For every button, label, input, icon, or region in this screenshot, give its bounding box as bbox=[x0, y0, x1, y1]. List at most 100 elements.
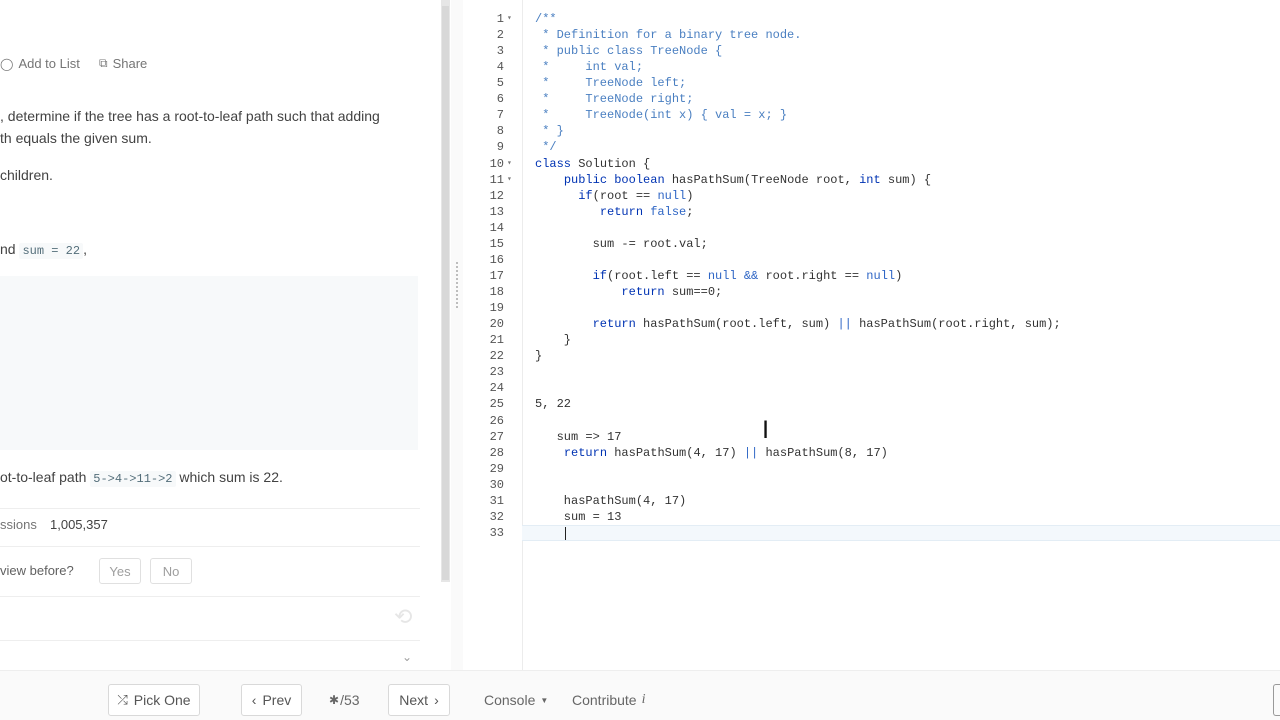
add-to-list-label: Add to List bbox=[18, 56, 80, 71]
contribute-button[interactable]: Contribute i bbox=[572, 692, 645, 708]
explain-prefix: ot-to-leaf path bbox=[0, 469, 87, 485]
problem-progress[interactable]: ✱ /53 bbox=[329, 692, 360, 708]
submissions-value: 1,005,357 bbox=[50, 517, 108, 532]
share-label: Share bbox=[112, 56, 148, 71]
pane-splitter[interactable] bbox=[451, 0, 463, 670]
code-line[interactable]: 16 bbox=[464, 252, 1280, 268]
pick-one-label: Pick One bbox=[133, 692, 191, 708]
code-line[interactable]: 6 * TreeNode right; bbox=[464, 91, 1280, 107]
code-text: return false; bbox=[599, 204, 694, 219]
code-line[interactable]: 23 bbox=[464, 364, 1280, 380]
code-line[interactable]: 32 sum = 13 bbox=[464, 509, 1280, 525]
line-number: 7 bbox=[496, 108, 504, 123]
code-text: * TreeNode left; bbox=[535, 76, 687, 91]
code-line[interactable]: 22} bbox=[464, 348, 1280, 364]
line-number: 16 bbox=[489, 252, 504, 267]
line-number: 10 bbox=[489, 156, 504, 171]
code-text: return sum==0; bbox=[621, 285, 723, 300]
code-line[interactable]: 30 bbox=[464, 477, 1280, 493]
code-text: class Solution { bbox=[535, 156, 651, 171]
code-text: * TreeNode(int x) { val = x; } bbox=[535, 108, 788, 123]
code-text: * int val; bbox=[535, 60, 644, 75]
code-text: * TreeNode right; bbox=[535, 92, 694, 107]
code-line[interactable]: 29 bbox=[464, 461, 1280, 477]
code-line[interactable]: 24 bbox=[464, 380, 1280, 396]
code-line[interactable]: 9 */ bbox=[464, 139, 1280, 155]
code-line[interactable]: 25 5, 22 bbox=[464, 396, 1280, 412]
share-button[interactable]: ⧉ Share bbox=[99, 56, 147, 71]
code-line[interactable]: 26 bbox=[464, 413, 1280, 429]
code-line[interactable]: 19 bbox=[464, 300, 1280, 316]
example-explanation: ot-to-leaf path 5->4->11->2 which sum is… bbox=[0, 469, 283, 487]
fold-toggle-icon[interactable]: ▾ bbox=[507, 156, 512, 172]
divider bbox=[0, 508, 420, 509]
prev-label: Prev bbox=[262, 692, 292, 708]
code-line[interactable]: 21 } bbox=[464, 332, 1280, 348]
splitter-grip-icon[interactable] bbox=[456, 262, 458, 310]
code-line[interactable]: 11 ▾ public boolean hasPathSum(TreeNode r… bbox=[464, 172, 1280, 188]
line-number: 29 bbox=[489, 461, 504, 476]
submissions-label: ssions bbox=[0, 517, 37, 532]
code-line[interactable]: 4 * int val; bbox=[464, 59, 1280, 75]
code-line[interactable]: 3 * public class TreeNode { bbox=[464, 43, 1280, 59]
code-text: * public class TreeNode { bbox=[535, 44, 723, 59]
next-label: Next bbox=[399, 692, 429, 708]
code-line[interactable]: 2 * Definition for a binary tree node. bbox=[464, 27, 1280, 43]
divider bbox=[0, 640, 420, 641]
fold-toggle-icon[interactable]: ▾ bbox=[507, 172, 512, 188]
code-line[interactable]: 31 hasPathSum(4, 17) bbox=[464, 493, 1280, 509]
code-text: sum => 17 bbox=[535, 429, 622, 444]
scrollbar-thumb[interactable] bbox=[442, 6, 449, 580]
code-line[interactable]: 13 return false; bbox=[464, 204, 1280, 220]
prev-button[interactable]: ‹ Prev bbox=[241, 684, 302, 716]
divider bbox=[0, 546, 420, 547]
line-number: 32 bbox=[489, 509, 504, 524]
code-line[interactable]: 7 * TreeNode(int x) { val = x; } bbox=[464, 107, 1280, 123]
line-number: 31 bbox=[489, 493, 504, 508]
chevron-right-icon: › bbox=[434, 692, 439, 708]
code-line[interactable]: 20 return hasPathSum(root.left, sum) || … bbox=[464, 316, 1280, 332]
no-button[interactable]: No bbox=[150, 558, 192, 584]
code-line[interactable]: 18 return sum==0; bbox=[464, 284, 1280, 300]
code-text: } bbox=[535, 333, 572, 348]
progress-label: /53 bbox=[340, 692, 360, 708]
chevron-down-icon[interactable]: ⌄ bbox=[402, 650, 412, 664]
example-tree-block bbox=[0, 276, 418, 450]
interview-question: view before? bbox=[0, 563, 74, 578]
next-button[interactable]: Next › bbox=[388, 684, 450, 716]
code-line[interactable]: 12 if(root == null) bbox=[464, 188, 1280, 204]
line-number: 13 bbox=[489, 204, 504, 219]
line-number: 17 bbox=[489, 268, 504, 283]
problem-scrollbar[interactable] bbox=[441, 0, 450, 582]
line-number: 5 bbox=[496, 76, 504, 91]
code-text: } bbox=[535, 349, 543, 364]
console-button[interactable]: Console ▼ bbox=[484, 692, 548, 708]
code-text: if(root.left == null && root.right == nu… bbox=[592, 268, 903, 283]
code-line[interactable]: 17 if(root.left == null && root.right ==… bbox=[464, 268, 1280, 284]
code-line[interactable]: 1 ▾ /** bbox=[464, 11, 1280, 27]
text-caret bbox=[565, 527, 566, 540]
divider bbox=[0, 596, 420, 597]
code-line[interactable]: 28 return hasPathSum(4, 17) || hasPathSu… bbox=[464, 445, 1280, 461]
code-line[interactable]: 14 bbox=[464, 220, 1280, 236]
line-number: 6 bbox=[496, 92, 504, 107]
explain-code: 5->4->11->2 bbox=[90, 471, 176, 487]
code-text: */ bbox=[535, 140, 557, 155]
code-editor[interactable]: 1 ▾/** 2 * Definition for a binary tree no… bbox=[464, 0, 1280, 670]
fold-toggle-icon[interactable]: ▾ bbox=[507, 11, 512, 27]
code-line[interactable]: 5 * TreeNode left; bbox=[464, 75, 1280, 91]
code-text: * } bbox=[535, 124, 564, 139]
chevron-left-icon: ‹ bbox=[251, 692, 257, 708]
pick-one-button[interactable]: ⤮ Pick One bbox=[108, 684, 200, 716]
line-number: 24 bbox=[489, 381, 504, 396]
code-line[interactable]: 8 * } bbox=[464, 123, 1280, 139]
yes-button[interactable]: Yes bbox=[99, 558, 141, 584]
add-to-list-button[interactable]: ◯ Add to List bbox=[0, 56, 80, 71]
line-number: 8 bbox=[496, 124, 504, 139]
line-number: 14 bbox=[489, 220, 504, 235]
code-line[interactable]: 27 sum => 17 bbox=[464, 429, 1280, 445]
code-line[interactable]: 15 sum -= root.val; bbox=[464, 236, 1280, 252]
code-line[interactable]: 10 ▾ class Solution { bbox=[464, 156, 1280, 172]
given-suffix: , bbox=[83, 241, 87, 257]
run-button-edge[interactable] bbox=[1273, 684, 1280, 716]
